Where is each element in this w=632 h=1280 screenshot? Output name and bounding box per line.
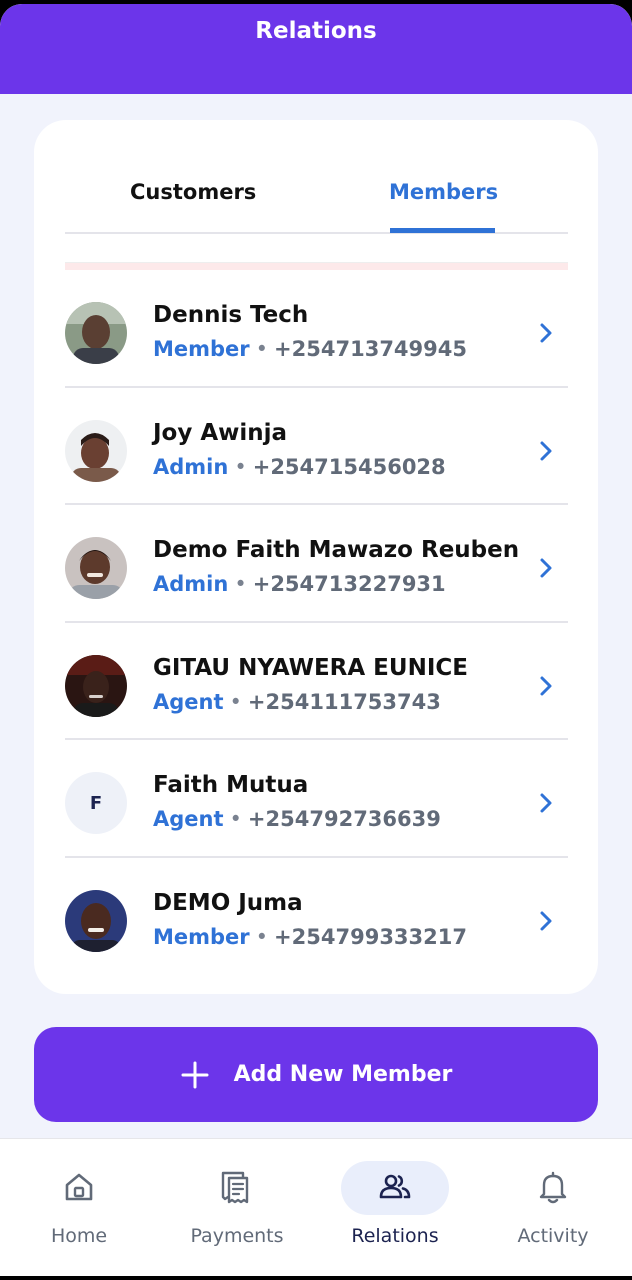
nav-home[interactable]: Home bbox=[0, 1139, 158, 1276]
member-phone: +254111753743 bbox=[247, 689, 441, 714]
nav-activity[interactable]: Activity bbox=[474, 1139, 632, 1276]
chevron-right-icon bbox=[540, 793, 552, 813]
member-role: Agent bbox=[153, 689, 224, 714]
member-list: Dennis Tech Member • +254713749945 Joy A… bbox=[65, 270, 568, 975]
member-role: Member bbox=[153, 337, 250, 361]
list-item[interactable]: F Faith Mutua Agent • +254792736639 bbox=[65, 740, 568, 858]
member-meta: Admin • +254713227931 bbox=[153, 572, 446, 596]
avatar-photo bbox=[65, 654, 127, 717]
member-phone: +254713749945 bbox=[274, 337, 467, 361]
bell-icon bbox=[539, 1171, 567, 1204]
member-role: Member bbox=[153, 924, 250, 949]
header: Relations bbox=[0, 4, 632, 94]
nav-relations-label: Relations bbox=[351, 1225, 439, 1247]
member-role: Admin bbox=[153, 454, 229, 479]
add-new-member-button[interactable]: Add New Member bbox=[34, 1027, 598, 1122]
avatar-photo bbox=[65, 537, 127, 599]
chevron-right-icon bbox=[540, 441, 552, 460]
list-item[interactable]: Demo Faith Mawazo Reuben Admin • +25471322… bbox=[65, 505, 568, 623]
people-icon bbox=[379, 1174, 411, 1199]
member-role: Agent bbox=[153, 807, 224, 831]
tab-customers[interactable]: Customers bbox=[130, 180, 256, 204]
member-meta: Agent • +254111753743 bbox=[153, 690, 441, 714]
home-icon bbox=[65, 1173, 93, 1201]
chevron-right-icon bbox=[540, 558, 552, 578]
page-title: Relations bbox=[255, 18, 377, 44]
add-new-member-label: Add New Member bbox=[233, 1062, 453, 1087]
avatar: F bbox=[65, 772, 127, 834]
list-item[interactable]: DEMO Juma Member • +254799333217 bbox=[65, 858, 568, 976]
receipt-icon bbox=[221, 1171, 249, 1204]
separator-dot: • bbox=[234, 572, 247, 596]
separator-dot: • bbox=[229, 807, 242, 831]
separator-dot: • bbox=[234, 454, 247, 479]
member-name: Demo Faith Mawazo Reuben bbox=[153, 537, 520, 563]
chevron-right-icon bbox=[540, 676, 552, 695]
member-name: Dennis Tech bbox=[153, 302, 309, 328]
separator-dot: • bbox=[255, 337, 269, 361]
list-item[interactable]: Dennis Tech Member • +254713749945 bbox=[65, 270, 568, 388]
member-phone: +254799333217 bbox=[274, 924, 467, 949]
chevron-right-icon bbox=[540, 911, 552, 930]
member-meta: Member • +254713749945 bbox=[153, 337, 467, 361]
member-meta: Member • +254799333217 bbox=[153, 925, 467, 949]
nav-relations[interactable]: Relations bbox=[316, 1139, 474, 1276]
member-role: Admin bbox=[153, 572, 229, 596]
chevron-right-icon bbox=[540, 323, 552, 343]
nav-payments[interactable]: Payments bbox=[158, 1139, 316, 1276]
tab-members[interactable]: Members bbox=[389, 180, 498, 204]
app-screen: Relations Customers Members Dennis Tech … bbox=[0, 4, 632, 1276]
separator-dot: • bbox=[229, 689, 242, 714]
member-phone: +254792736639 bbox=[247, 807, 441, 831]
relations-card: Customers Members Dennis Tech Member • +… bbox=[34, 120, 598, 994]
list-item[interactable]: GITAU NYAWERA EUNICE Agent • +254111753743 bbox=[65, 623, 568, 740]
separator-dot: • bbox=[255, 924, 269, 949]
nav-home-label: Home bbox=[50, 1225, 108, 1247]
avatar-photo bbox=[65, 419, 127, 482]
member-name: Faith Mutua bbox=[153, 772, 309, 798]
member-phone: +254715456028 bbox=[252, 454, 446, 479]
active-tab-indicator bbox=[390, 228, 495, 233]
avatar bbox=[65, 654, 127, 717]
member-meta: Agent • +254792736639 bbox=[153, 807, 441, 831]
member-phone: +254713227931 bbox=[252, 572, 446, 596]
member-meta: Admin • +254715456028 bbox=[153, 455, 446, 479]
tab-bar: Customers Members bbox=[65, 170, 568, 234]
list-item[interactable]: Joy Awinja Admin • +254715456028 bbox=[65, 388, 568, 505]
avatar bbox=[65, 537, 127, 599]
list-divider-strip bbox=[65, 262, 568, 270]
avatar bbox=[65, 302, 127, 364]
avatar bbox=[65, 419, 127, 482]
member-name: GITAU NYAWERA EUNICE bbox=[153, 654, 468, 681]
avatar bbox=[65, 889, 127, 952]
avatar-photo bbox=[65, 302, 127, 364]
plus-icon bbox=[181, 1061, 209, 1088]
member-name: Joy Awinja bbox=[153, 419, 288, 446]
avatar-photo bbox=[65, 889, 127, 952]
nav-activity-label: Activity bbox=[517, 1225, 589, 1247]
bottom-nav: Home Payments Relations Activity bbox=[0, 1138, 632, 1276]
nav-payments-label: Payments bbox=[190, 1225, 284, 1247]
member-name: DEMO Juma bbox=[153, 889, 303, 916]
